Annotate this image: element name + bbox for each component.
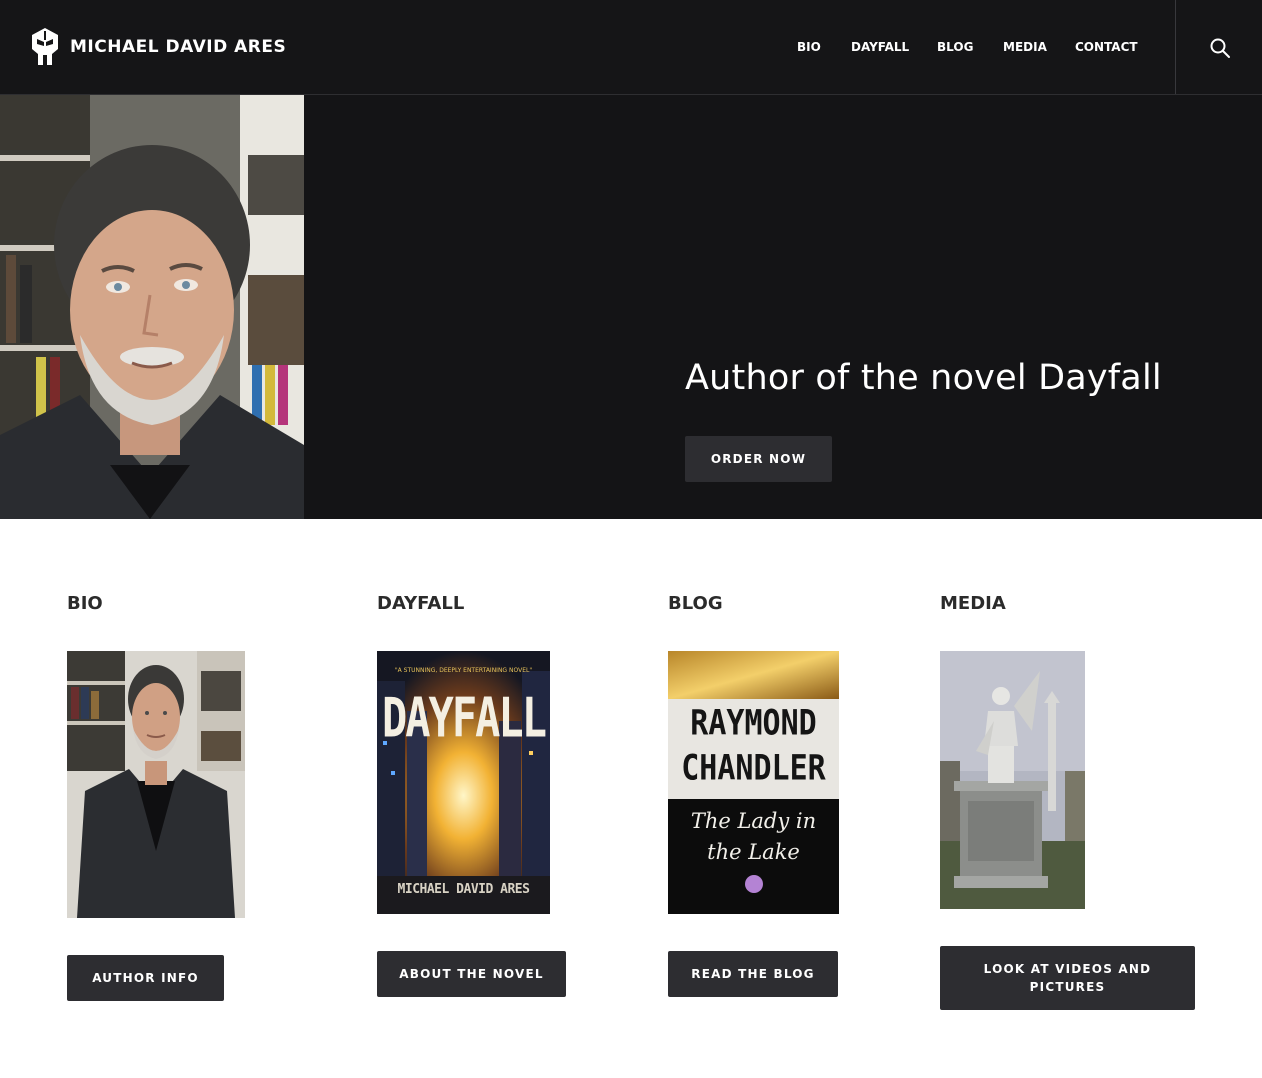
cover-title-line1: The Lady in — [690, 809, 817, 833]
nav-item-dayfall[interactable]: DAYFALL — [851, 40, 909, 54]
cemetery-angel-photo[interactable] — [940, 651, 1085, 909]
hero-title: Author of the novel Dayfall — [685, 358, 1162, 398]
author-full-photo[interactable] — [67, 651, 245, 918]
author-info-button[interactable]: AUTHOR INFO — [67, 955, 224, 1001]
order-now-button[interactable]: ORDER NOW — [685, 436, 832, 482]
site-header: MICHAEL DAVID ARES BIO DAYFALL BLOG MEDI… — [0, 0, 1262, 95]
lady-in-the-lake-cover[interactable]: RAYMOND CHANDLER The Lady in the Lake — [668, 651, 839, 914]
section-title-blog: BLOG — [668, 593, 723, 614]
look-at-videos-and-pictures-button[interactable]: LOOK AT VIDEOS AND PICTURES — [940, 946, 1195, 1010]
dayfall-cover-author: MICHAEL DAVID ARES — [397, 882, 530, 897]
cover-author-line2: CHANDLER — [681, 748, 826, 789]
dayfall-cover-quote: "A STUNNING, DEEPLY ENTERTAINING NOVEL" — [394, 667, 533, 674]
section-title-bio: BIO — [67, 593, 103, 614]
cover-author-line1: RAYMOND — [690, 703, 817, 744]
search-icon[interactable] — [1208, 36, 1232, 60]
about-the-novel-button[interactable]: ABOUT THE NOVEL — [377, 951, 566, 997]
site-name: MICHAEL DAVID ARES — [70, 37, 287, 57]
read-the-blog-button[interactable]: READ THE BLOG — [668, 951, 838, 997]
dayfall-book-cover[interactable]: "A STUNNING, DEEPLY ENTERTAINING NOVEL" … — [377, 651, 550, 914]
section-title-media: MEDIA — [940, 593, 1006, 614]
nav-item-bio[interactable]: BIO — [797, 40, 821, 54]
site-logo[interactable]: MICHAEL DAVID ARES — [30, 27, 286, 67]
nav-item-contact[interactable]: CONTACT — [1075, 40, 1138, 54]
author-portrait-image — [0, 95, 304, 519]
nav-item-blog[interactable]: BLOG — [937, 40, 973, 54]
header-divider — [1175, 0, 1176, 94]
hero-banner: Author of the novel Dayfall ORDER NOW — [0, 95, 1262, 519]
section-title-dayfall: DAYFALL — [377, 593, 465, 614]
dayfall-cover-title: DAYFALL — [381, 685, 547, 750]
nav-item-media[interactable]: MEDIA — [1003, 40, 1047, 54]
cover-title-line2: the Lake — [707, 840, 800, 864]
helmet-logo-icon — [32, 28, 58, 65]
